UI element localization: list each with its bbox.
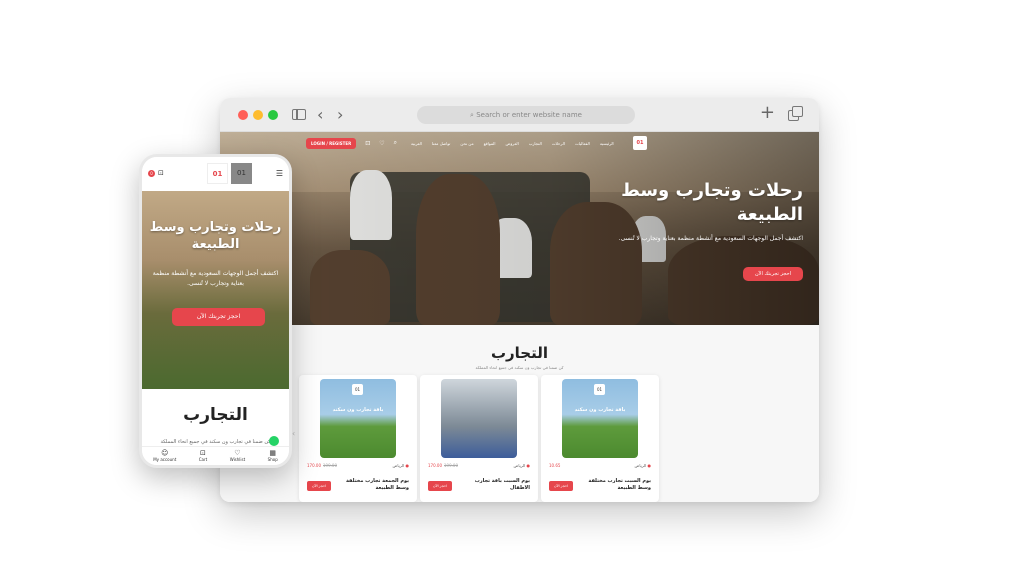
nav-link-about[interactable]: من نحن xyxy=(460,141,473,146)
carousel-prev-icon[interactable]: ‹ xyxy=(292,429,295,438)
price: 170.00 199.00 xyxy=(307,463,337,468)
address-bar[interactable]: ⌕ Search or enter website name xyxy=(417,106,635,124)
book-button[interactable]: احجز الآن xyxy=(428,481,452,491)
hero-subtitle: اكتشف أجمل الوجهات السعودية مع أنشطة منظ… xyxy=(618,235,803,242)
cart-icon: ⊡ xyxy=(200,449,206,457)
book-button[interactable]: احجز الآن xyxy=(307,481,331,491)
cart-icon[interactable]: ⊡ xyxy=(158,169,164,177)
hero-title: رحلات وتجارب وسط الطبيعة xyxy=(149,220,282,252)
experience-image: 01 باقة تجارب ون سكند xyxy=(562,379,638,458)
browser-window: ‹ › ⌕ Search or enter website name + LOG… xyxy=(220,98,819,502)
site-logo[interactable]: 01 xyxy=(633,136,647,150)
phone-mockup: 0 ⊡ 01 01 ☰ رحلات وتجارب وسط الطبيعة اكت… xyxy=(139,154,292,468)
nav-links: العربية تواصل معنا من نحن المواقع العروض… xyxy=(411,141,614,146)
price: 170.00 199.00 xyxy=(428,463,458,468)
heart-icon[interactable]: ♡ xyxy=(379,140,384,147)
nav-link-events[interactable]: الفعاليات xyxy=(575,141,590,146)
nav-link-locations[interactable]: المواقع xyxy=(484,141,496,146)
mobile-tab-bar: ☺ My account ⊡ Cart ♡ Wishlist ▦ Shop xyxy=(142,446,289,465)
hero-banner: LOGIN / REGISTER ⊡ ♡ ⌕ العربية تواصل معن… xyxy=(220,132,819,325)
nav-link-trips[interactable]: الرحلات xyxy=(552,141,565,146)
location: الرياض xyxy=(514,463,530,468)
nav-link-offers[interactable]: العروض xyxy=(506,141,519,146)
cart-count-badge: 0 xyxy=(148,170,155,177)
nav-link-contact[interactable]: تواصل معنا xyxy=(432,141,451,146)
user-icon: ☺ xyxy=(161,449,169,457)
experience-card[interactable]: 01 باقة تجارب ون سكند 170.00 199.00 الريا… xyxy=(299,375,417,502)
nav-link-language[interactable]: العربية xyxy=(411,141,422,146)
mobile-hero: رحلات وتجارب وسط الطبيعة اكتشف أجمل الوج… xyxy=(142,191,289,389)
experience-card[interactable]: 170.00199.00 الرياض يوم السبت باقة تجارب… xyxy=(420,375,538,502)
back-arrow-icon[interactable]: ‹ xyxy=(317,106,323,124)
website-viewport: LOGIN / REGISTER ⊡ ♡ ⌕ العربية تواصل معن… xyxy=(220,132,819,502)
section-title: التجارب xyxy=(183,405,248,425)
shop-icon: ▦ xyxy=(269,449,277,457)
brand-logo-icon: 01 xyxy=(352,384,363,395)
hero-subtitle: اكتشف أجمل الوجهات السعودية مع أنشطة منظ… xyxy=(152,270,279,287)
close-window-button[interactable] xyxy=(238,110,248,120)
book-now-button[interactable]: احجز تجربتك الآن xyxy=(172,308,265,326)
cart-icon[interactable]: ⊡ xyxy=(365,140,370,147)
tab-cart[interactable]: ⊡ Cart xyxy=(199,447,207,465)
experience-card[interactable]: 01 باقة تجارب ون سكند 10.65 الرياض يوم ا… xyxy=(541,375,659,502)
experience-name[interactable]: يوم السبت تجارب مختلفة وسط الطبيعة xyxy=(581,478,651,492)
whatsapp-icon[interactable] xyxy=(269,436,279,446)
brand-logo-icon: 01 xyxy=(231,163,252,184)
book-button[interactable]: احجز الآن xyxy=(549,481,573,491)
experience-name[interactable]: يوم السبت باقة تجارب الاطفال xyxy=(460,478,530,492)
menu-icon[interactable]: ☰ xyxy=(276,169,283,178)
experience-name[interactable]: يوم الجمعة تجارب مختلفة وسط الطبيعة xyxy=(339,478,409,492)
maximize-window-button[interactable] xyxy=(268,110,278,120)
minimize-window-button[interactable] xyxy=(253,110,263,120)
heart-icon: ♡ xyxy=(234,449,241,457)
site-navbar: LOGIN / REGISTER ⊡ ♡ ⌕ العربية تواصل معن… xyxy=(220,132,819,154)
hero-title: رحلات وتجارب وسط الطبيعة xyxy=(621,180,803,225)
address-bar-placeholder: Search or enter website name xyxy=(476,111,582,119)
login-register-button[interactable]: LOGIN / REGISTER xyxy=(306,137,357,149)
new-tab-icon[interactable]: + xyxy=(760,104,775,122)
image-caption: باقة تجارب ون سكند xyxy=(332,407,384,413)
book-now-button[interactable]: احجز تجربتك الآن xyxy=(742,267,803,281)
section-title: التجارب xyxy=(490,344,549,362)
image-caption: باقة تجارب ون سكند xyxy=(574,407,626,413)
search-icon[interactable]: ⌕ xyxy=(394,139,397,147)
nav-link-experiences[interactable]: التجارب xyxy=(529,141,542,146)
nav-link-home[interactable]: الرئيسية xyxy=(600,141,614,146)
experience-cards: 01 باقة تجارب ون سكند 170.00 199.00 الريا… xyxy=(299,375,660,502)
location: الرياض xyxy=(393,463,409,468)
experience-image: 01 باقة تجارب ون سكند xyxy=(320,379,396,458)
mobile-header: 0 ⊡ 01 01 ☰ xyxy=(142,157,289,191)
tab-overview-icon[interactable] xyxy=(788,106,803,121)
section-subtitle: كن ضمنا في تجارب ون سكند في جميع انحاء ا… xyxy=(160,439,271,445)
mockup-stage: ‹ › ⌕ Search or enter website name + LOG… xyxy=(0,0,1024,576)
brand-logo-icon: 01 xyxy=(594,384,605,395)
forward-arrow-icon[interactable]: › xyxy=(337,106,343,124)
tab-my-account[interactable]: ☺ My account xyxy=(153,447,176,465)
section-subtitle: كن ضمنا في تجارب ون سكند في جميع انحاء ا… xyxy=(475,365,564,370)
sidebar-toggle-icon[interactable] xyxy=(292,109,306,120)
tab-shop[interactable]: ▦ Shop xyxy=(268,447,278,465)
browser-toolbar: ‹ › ⌕ Search or enter website name + xyxy=(220,98,819,132)
tab-wishlist[interactable]: ♡ Wishlist xyxy=(230,447,245,465)
price: 10.65 xyxy=(549,463,561,468)
location: الرياض xyxy=(635,463,651,468)
site-logo[interactable]: 01 xyxy=(207,163,228,184)
experience-image xyxy=(441,379,517,458)
